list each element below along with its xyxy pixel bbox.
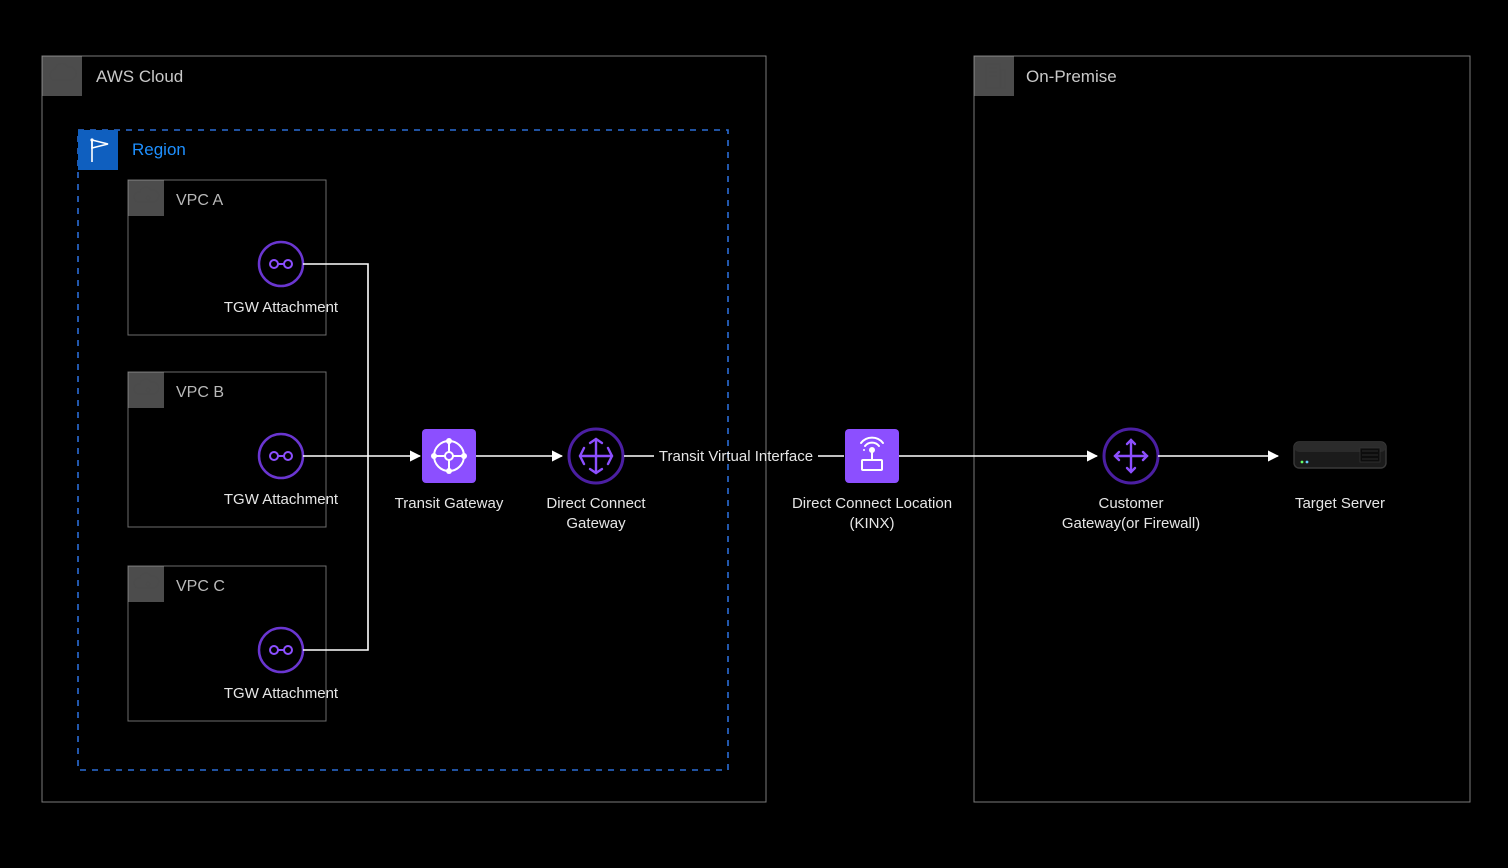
aws-cloud-box xyxy=(42,56,766,802)
region-box xyxy=(78,130,728,770)
customer-gateway-label-2: Gateway(or Firewall) xyxy=(1062,515,1200,532)
vpc-c-tgw-attach-icon xyxy=(259,628,303,672)
transit-gateway-icon xyxy=(422,429,476,483)
transit-virtual-interface-label: Transit Virtual Interface xyxy=(659,448,813,465)
vpc-to-tgw-connectors xyxy=(303,264,420,650)
target-server-label: Target Server xyxy=(1295,495,1385,512)
onprem-label: On-Premise xyxy=(1026,67,1117,86)
direct-connect-location-icon xyxy=(845,429,899,483)
vpc-b-label: VPC B xyxy=(176,384,224,401)
onprem-box xyxy=(974,56,1470,802)
region-label: Region xyxy=(132,140,186,159)
customer-gateway-label-1: Customer xyxy=(1098,495,1163,512)
region-icon-badge xyxy=(78,130,118,170)
aws-cloud-label: AWS Cloud xyxy=(96,67,183,86)
vpc-b-tgw-attach-label: TGW Attachment xyxy=(224,491,339,508)
target-server-icon xyxy=(1292,442,1388,478)
vpc-a-label: VPC A xyxy=(176,192,223,209)
direct-connect-location-label-1: Direct Connect Location xyxy=(792,495,952,512)
vpc-b-tgw-attach-icon xyxy=(259,434,303,478)
direct-connect-gateway-label-1: Direct Connect xyxy=(546,495,646,512)
direct-connect-gateway-label-2: Gateway xyxy=(566,515,626,532)
direct-connect-gateway-icon xyxy=(569,429,623,483)
vpc-a-tgw-attach-icon xyxy=(259,242,303,286)
vpc-a-tgw-attach-label: TGW Attachment xyxy=(224,299,339,316)
direct-connect-location-label-2: (KINX) xyxy=(850,515,895,532)
vpc-c-label: VPC C xyxy=(176,578,225,595)
vpc-c-tgw-attach-label: TGW Attachment xyxy=(224,685,339,702)
vpc-b-group: VPC B TGW Attachment xyxy=(128,372,339,527)
transit-gateway-label: Transit Gateway xyxy=(395,495,504,512)
vpc-c-group: VPC C TGW Attachment xyxy=(128,566,339,721)
customer-gateway-icon xyxy=(1104,429,1158,483)
vpc-a-group: VPC A TGW Attachment xyxy=(128,180,339,335)
